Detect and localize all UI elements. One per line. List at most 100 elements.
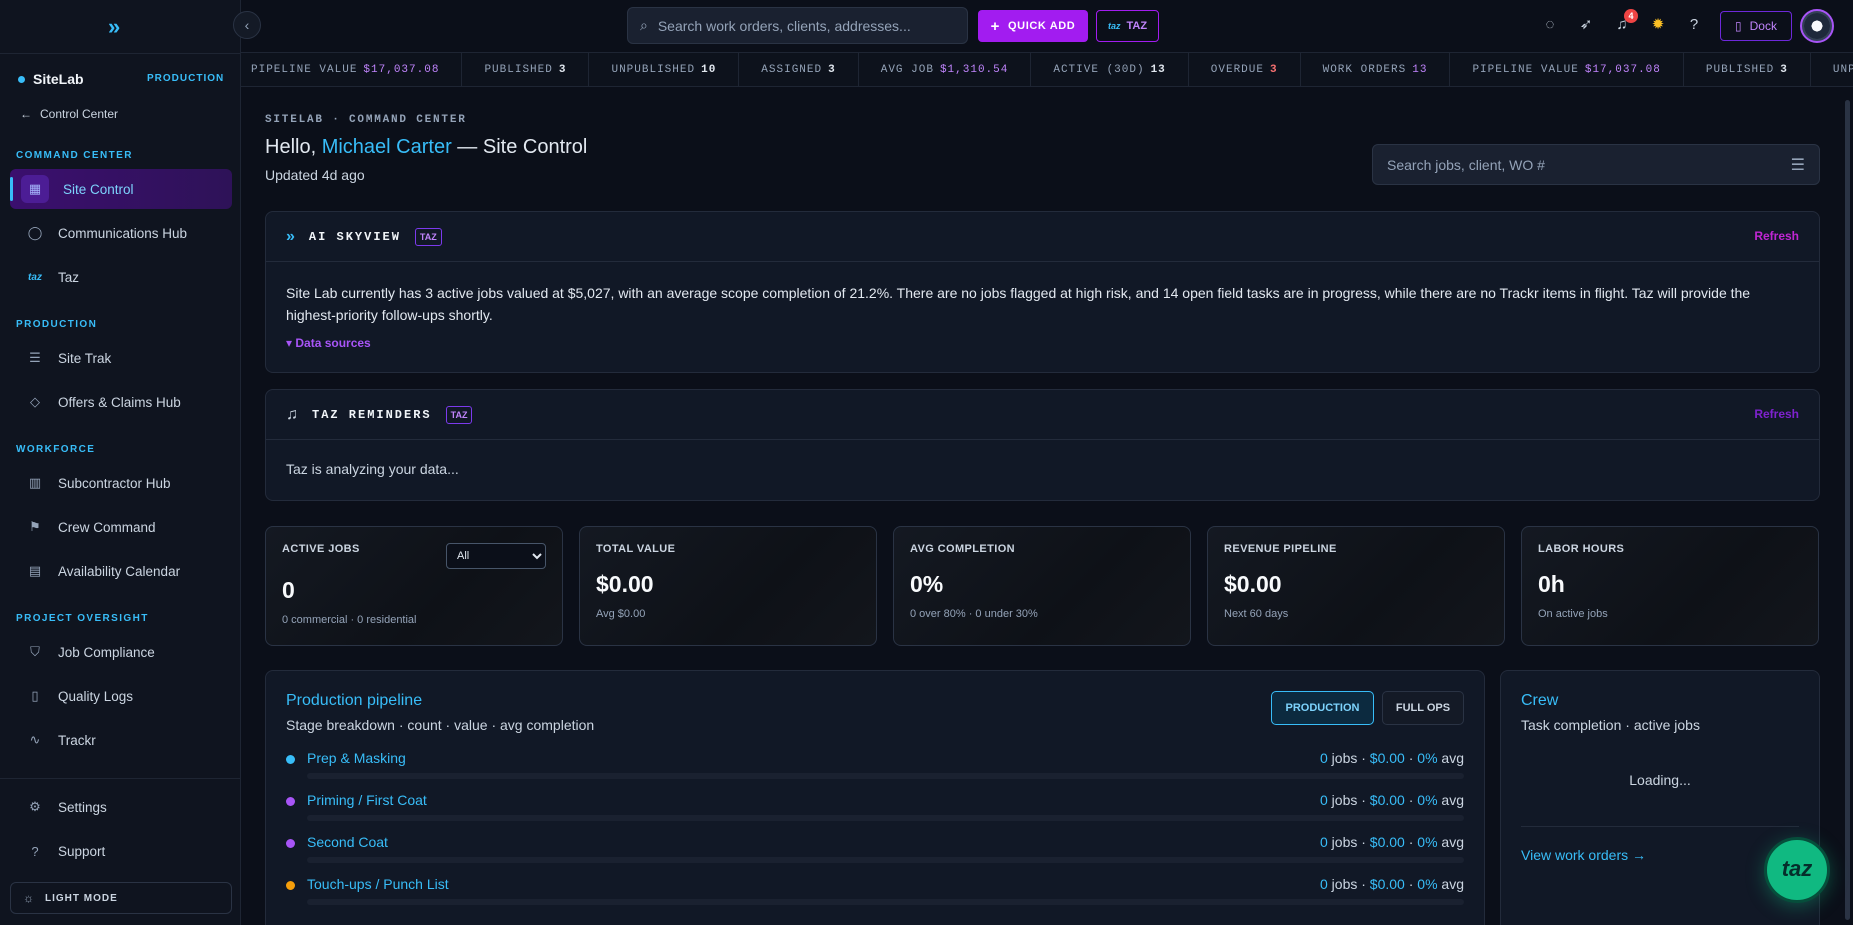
sidebar-item-label: Trackr: [58, 732, 96, 748]
title-suffix: — Site Control: [451, 136, 588, 158]
sidebar-item-site-control[interactable]: ▦ Site Control: [10, 169, 232, 209]
pipeline-stage-row[interactable]: Touch-ups / Punch List 0 jobs · $0.00 · 0…: [286, 876, 1464, 916]
chevron-left-icon: ‹: [244, 17, 250, 33]
app-logo-icon[interactable]: »: [108, 14, 136, 39]
sidebar-item-site-trak[interactable]: ☰ Site Trak: [10, 338, 232, 378]
stage-jobs: 0: [1319, 792, 1328, 808]
ticker-label: PIPELINE VALUE: [251, 64, 358, 76]
sidebar-item-communications-hub[interactable]: ◯ Communications Hub: [10, 213, 232, 253]
sidebar-item-quality-logs[interactable]: ▯ Quality Logs: [10, 676, 232, 716]
metrics-ticker: PIPELINE VALUE $17,037.08 PUBLISHED 3 UNPUBL…: [241, 53, 1853, 87]
refresh-button[interactable]: Refresh: [1754, 407, 1799, 421]
sidebar-item-support[interactable]: ? Support: [10, 831, 232, 871]
stat-avg-completion: AVG COMPLETION 0% 0 over 80% · 0 under 3…: [893, 526, 1191, 646]
card-body: Taz is analyzing your data...: [266, 440, 1819, 480]
stage-dot-icon: [286, 797, 295, 806]
light-mode-label: LIGHT MODE: [45, 892, 118, 904]
stage-pct: 0%: [1417, 834, 1438, 850]
stat-label: TOTAL VALUE: [596, 543, 676, 555]
quick-add-button[interactable]: + QUICK ADD: [978, 10, 1088, 42]
global-search-input[interactable]: [657, 17, 948, 34]
sep: ·: [1404, 834, 1418, 850]
messages-icon[interactable]: ◌: [1540, 15, 1560, 35]
tab-full-ops[interactable]: FULL OPS: [1382, 691, 1464, 725]
stat-labor-hours: LABOR HOURS 0h On active jobs: [1521, 526, 1819, 646]
ticker-item: UNPUBLISHED 10: [589, 53, 740, 86]
sidebar-item-settings[interactable]: ⚙ Settings: [10, 787, 232, 827]
refresh-button[interactable]: Refresh: [1754, 229, 1799, 243]
ticker-item: ACTIVE (30D) 13: [1031, 53, 1189, 86]
pipeline-stage-row[interactable]: Prep & Masking 0 jobs · $0.00 · 0% avg: [286, 750, 1464, 790]
help-circle-icon[interactable]: ?: [1684, 15, 1704, 35]
pipeline-stage-row[interactable]: Priming / First Coat 0 jobs · $0.00 · 0% …: [286, 792, 1464, 832]
user-name: Michael Carter: [321, 136, 452, 158]
sep: ·: [1404, 792, 1418, 808]
activity-icon: ∿: [29, 732, 41, 747]
back-to-control-center[interactable]: ← Control Center: [20, 107, 118, 121]
taz-button[interactable]: taz TAZ: [1096, 10, 1159, 42]
ticker-item: UNPUBLISHED: [1811, 53, 1853, 86]
page-title: Hello, Michael Carter — Site Control: [265, 136, 587, 159]
stage-value: $0.00: [1369, 792, 1405, 808]
stage-dot-icon: [286, 881, 295, 890]
sidebar-item-subcontractor-hub[interactable]: ▥ Subcontractor Hub: [10, 463, 232, 503]
ticker-track: PIPELINE VALUE $17,037.08 PUBLISHED 3 UNPUBL…: [241, 53, 1853, 86]
dock-label: Dock: [1749, 19, 1777, 33]
sidebar-item-crew-command[interactable]: ⚑ Crew Command: [10, 507, 232, 547]
sidebar-item-availability-calendar[interactable]: ▤ Availability Calendar: [10, 551, 232, 591]
calendar-icon: ▤: [28, 563, 42, 578]
notification-badge: 4: [1624, 9, 1638, 23]
collapse-sidebar-button[interactable]: ‹: [233, 11, 261, 39]
chat-bubble-icon: ◯: [27, 225, 43, 240]
jobs-word: jobs ·: [1327, 792, 1370, 808]
stat-label: AVG COMPLETION: [910, 543, 1016, 555]
sidebar-item-label: Offers & Claims Hub: [58, 394, 181, 410]
stat-revenue-pipeline: REVENUE PIPELINE $0.00 Next 60 days: [1207, 526, 1505, 646]
sidebar-item-job-compliance[interactable]: ⛉ Job Compliance: [10, 632, 232, 672]
stage-progress-bar: [307, 815, 1464, 821]
sidebar-brand: SiteLab: [18, 71, 84, 87]
stat-value: 0h: [1538, 571, 1565, 597]
stat-label: LABOR HOURS: [1538, 543, 1625, 555]
sidebar-item-label: Communications Hub: [58, 225, 188, 241]
ticker-label: PIPELINE VALUE: [1472, 64, 1579, 76]
sidebar-item-trackr[interactable]: ∿ Trackr: [10, 720, 232, 760]
ticker-value: $1,310.54: [939, 64, 1009, 76]
pipeline-stage-row[interactable]: Second Coat 0 jobs · $0.00 · 0% avg: [286, 834, 1464, 874]
panel-icon: ▯: [1735, 19, 1742, 33]
page-scrollbar[interactable]: [1845, 100, 1850, 920]
view-work-orders-link[interactable]: View work orders →: [1521, 847, 1646, 863]
card-title: Crew: [1521, 692, 1559, 709]
sun-icon[interactable]: ✹: [1648, 15, 1668, 35]
stage-progress-bar: [307, 773, 1464, 779]
ticker-label: AVG JOB: [880, 64, 934, 76]
taz-tag: TAZ: [414, 227, 442, 246]
stat-sub: Next 60 days: [1224, 608, 1289, 620]
card-title: TAZ REMINDERS: [312, 407, 432, 422]
jobs-word: jobs ·: [1327, 876, 1370, 892]
bell-icon[interactable]: ♫ 4: [1612, 9, 1638, 35]
tab-production[interactable]: PRODUCTION: [1271, 691, 1374, 725]
data-sources-toggle[interactable]: ▾ Data sources: [286, 332, 1799, 354]
sidebar-item-offers-claims[interactable]: ◇ Offers & Claims Hub: [10, 382, 232, 422]
active-jobs-filter-select[interactable]: All: [446, 543, 546, 569]
avg-word: avg: [1437, 750, 1464, 766]
job-search-input[interactable]: [1387, 156, 1791, 173]
rocket-icon[interactable]: ➶: [1576, 15, 1596, 35]
flag-icon: ⚑: [29, 519, 41, 534]
avg-word: avg: [1437, 792, 1464, 808]
tag-icon: ◇: [30, 394, 40, 409]
stage-pct: 0%: [1417, 876, 1438, 892]
dock-button[interactable]: ▯ Dock: [1720, 11, 1792, 41]
sidebar-item-taz[interactable]: taz Taz: [10, 257, 232, 297]
avatar[interactable]: [1800, 9, 1834, 43]
global-search: ⌕: [627, 7, 968, 44]
taz-assistant-button[interactable]: taz: [1764, 837, 1830, 903]
plus-icon: +: [990, 17, 1001, 35]
stage-stats: 0 jobs · $0.00 · 0% avg: [1320, 750, 1464, 766]
stage-progress-bar: [307, 857, 1464, 863]
filter-icon[interactable]: ☰: [1791, 155, 1805, 175]
stat-label: REVENUE PIPELINE: [1224, 543, 1337, 555]
light-mode-toggle[interactable]: ☼ LIGHT MODE: [10, 882, 232, 914]
ticker-label: UNPUBLISHED: [1832, 64, 1853, 76]
